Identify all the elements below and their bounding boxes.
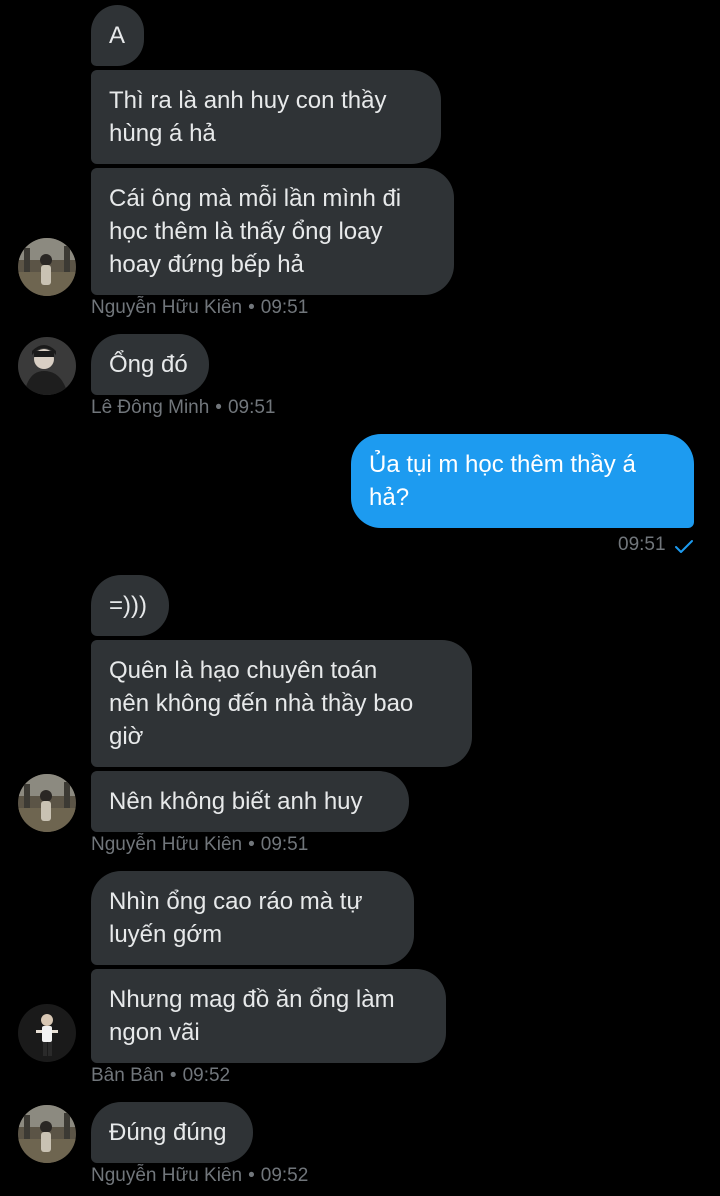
message-meta: Nguyễn Hữu Kiên • 09:51 [91,297,308,319]
avatar-image [18,238,76,296]
separator-dot: • [248,297,255,318]
avatar[interactable] [18,1004,76,1062]
checkmark-icon [675,540,693,553]
outgoing-message-bubble[interactable]: Ủa tụi m học thêm thầy á hả? [351,434,694,528]
separator-dot: • [248,1165,255,1186]
timestamp: 09:51 [260,297,309,318]
timestamp: 09:52 [260,1165,309,1186]
timestamp: 09:51 [227,397,276,418]
message-bubble[interactable]: Thì ra là anh huy con thầy hùng á hả [91,70,441,164]
separator-dot: • [215,397,222,418]
sender-name: Bân Bân [91,1065,164,1086]
avatar-image [18,337,76,395]
avatar[interactable] [18,337,76,395]
timestamp: 09:51 [618,534,666,555]
message-meta: Nguyễn Hữu Kiên • 09:52 [91,1165,308,1187]
avatar[interactable] [18,774,76,832]
sender-name: Nguyễn Hữu Kiên [91,297,243,318]
message-meta: Bân Bân • 09:52 [91,1065,230,1087]
message-bubble[interactable]: Ổng đó [91,334,209,395]
message-meta: 09:51 [618,534,666,556]
avatar-image [18,1004,76,1062]
separator-dot: • [248,834,255,855]
message-meta: Lê Đông Minh • 09:51 [91,397,276,419]
timestamp: 09:52 [182,1065,231,1086]
message-bubble[interactable]: Đúng đúng [91,1102,253,1163]
avatar[interactable] [18,1105,76,1163]
message-bubble[interactable]: Quên là hạo chuyên toán nên không đến nh… [91,640,472,767]
sender-name: Nguyễn Hữu Kiên [91,1165,243,1186]
message-meta: Nguyễn Hữu Kiên • 09:51 [91,834,308,856]
avatar-image [18,774,76,832]
message-bubble[interactable]: =))) [91,575,169,636]
message-bubble[interactable]: A [91,5,144,66]
timestamp: 09:51 [260,834,309,855]
sender-name: Nguyễn Hữu Kiên [91,834,243,855]
avatar-image [18,1105,76,1163]
message-bubble[interactable]: Nên không biết anh huy [91,771,409,832]
avatar[interactable] [18,238,76,296]
sender-name: Lê Đông Minh [91,397,210,418]
message-bubble[interactable]: Cái ông mà mỗi lần mình đi học thêm là t… [91,168,454,295]
message-bubble[interactable]: Nhưng mag đồ ăn ổng làm ngon vãi [91,969,446,1063]
message-bubble[interactable]: Nhìn ổng cao ráo mà tự luyến gớm [91,871,414,965]
separator-dot: • [169,1065,177,1086]
